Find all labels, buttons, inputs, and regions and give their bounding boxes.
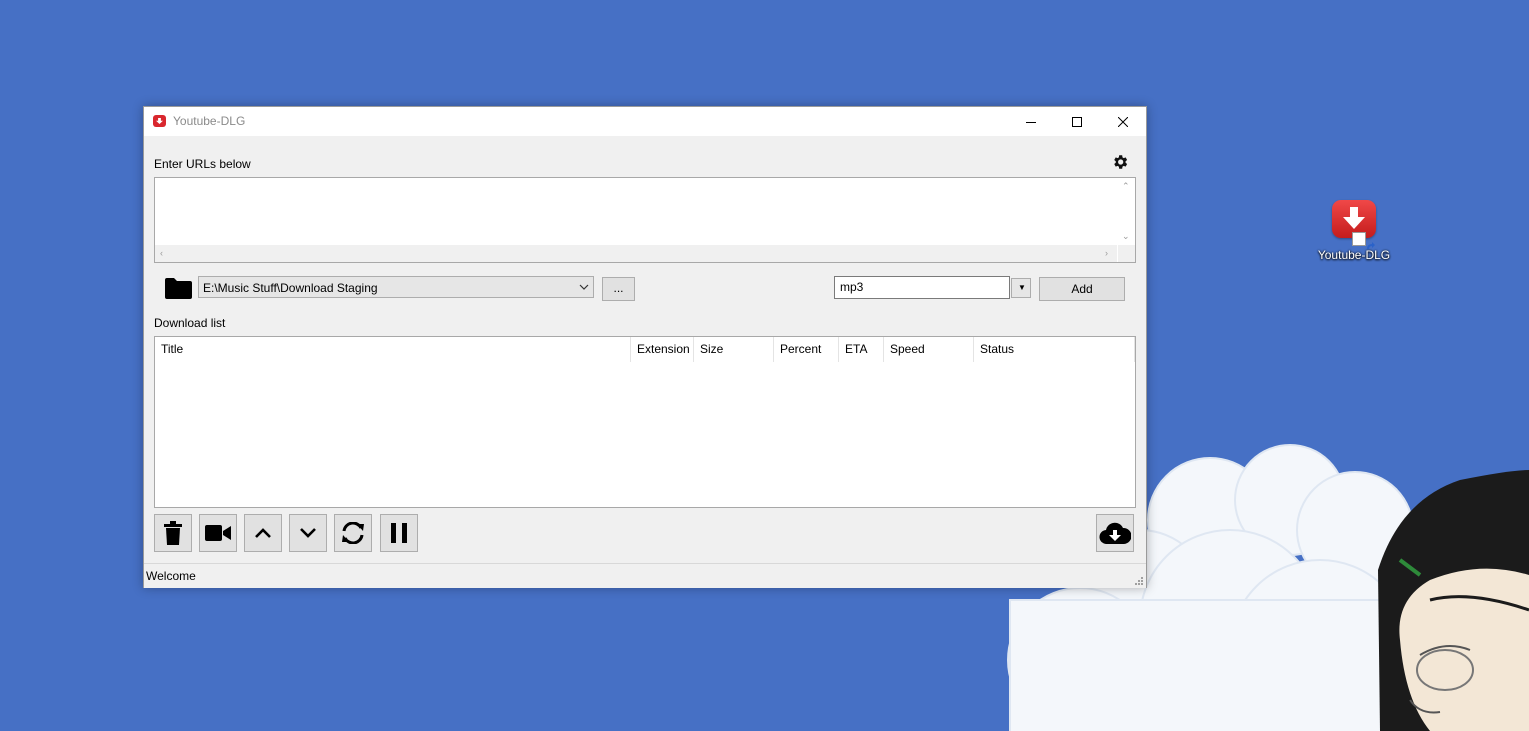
settings-button[interactable] bbox=[1111, 153, 1129, 171]
youtube-dlg-shortcut-icon bbox=[1332, 200, 1376, 249]
scroll-down-icon[interactable]: ⌄ bbox=[1122, 232, 1130, 241]
folder-button[interactable] bbox=[165, 277, 192, 304]
play-video-button[interactable] bbox=[199, 514, 237, 552]
start-download-button[interactable] bbox=[1096, 514, 1134, 552]
minimize-button[interactable] bbox=[1008, 107, 1054, 136]
column-header-eta[interactable]: ETA bbox=[839, 337, 884, 362]
format-dropdown-button[interactable]: ▼ bbox=[1011, 278, 1031, 298]
column-header-speed[interactable]: Speed bbox=[884, 337, 974, 362]
desktop: Youtube-DLG Youtube-DLG Enter URLs below bbox=[0, 0, 1529, 731]
cloud-download-icon bbox=[1099, 522, 1131, 544]
scroll-left-icon[interactable]: ‹ bbox=[160, 249, 163, 258]
minimize-icon bbox=[1026, 121, 1036, 123]
close-button[interactable] bbox=[1100, 107, 1146, 136]
resize-grip-icon[interactable] bbox=[1134, 576, 1143, 585]
download-list-table[interactable]: Title Extension Size Percent ETA Speed S… bbox=[154, 336, 1136, 508]
url-text-area: ⌃ ⌄ ‹ › bbox=[154, 177, 1136, 263]
column-header-status[interactable]: Status bbox=[974, 337, 1135, 362]
dropdown-arrow-icon: ▼ bbox=[1018, 283, 1026, 292]
maximize-button[interactable] bbox=[1054, 107, 1100, 136]
format-input[interactable]: mp3 bbox=[834, 276, 1010, 299]
window-title: Youtube-DLG bbox=[173, 114, 246, 128]
pause-icon bbox=[391, 523, 407, 543]
desktop-shortcut-youtube-dlg[interactable]: Youtube-DLG bbox=[1310, 196, 1398, 266]
maximize-icon bbox=[1072, 116, 1082, 127]
scrollbar-corner bbox=[1118, 245, 1135, 262]
youtube-dlg-icon bbox=[153, 115, 166, 127]
folder-icon bbox=[165, 278, 192, 299]
column-header-percent[interactable]: Percent bbox=[774, 337, 839, 362]
table-header: Title Extension Size Percent ETA Speed S… bbox=[155, 337, 1135, 362]
urls-label: Enter URLs below bbox=[154, 157, 251, 171]
video-camera-icon bbox=[205, 525, 231, 541]
desktop-shortcut-label: Youtube-DLG bbox=[1317, 248, 1391, 262]
close-icon bbox=[1118, 116, 1128, 127]
reload-button[interactable] bbox=[334, 514, 372, 552]
download-path-combobox[interactable]: E:\Music Stuff\Download Staging bbox=[198, 276, 594, 298]
url-input[interactable] bbox=[155, 178, 1117, 244]
vertical-scrollbar[interactable]: ⌃ ⌄ bbox=[1118, 178, 1135, 244]
download-list-label: Download list bbox=[154, 316, 226, 330]
horizontal-scrollbar[interactable]: ‹ › bbox=[155, 245, 1117, 262]
column-header-title[interactable]: Title bbox=[155, 337, 631, 362]
browse-button[interactable]: ... bbox=[602, 277, 635, 301]
chevron-up-icon bbox=[255, 528, 271, 538]
status-text: Welcome bbox=[146, 569, 196, 583]
move-up-button[interactable] bbox=[244, 514, 282, 552]
gear-icon bbox=[1114, 155, 1128, 169]
title-bar[interactable]: Youtube-DLG bbox=[144, 107, 1146, 136]
chevron-down-icon[interactable] bbox=[579, 282, 589, 292]
app-window: Youtube-DLG Enter URLs below ⌃ ⌄ ‹ › E:\… bbox=[143, 106, 1147, 588]
pause-button[interactable] bbox=[380, 514, 418, 552]
column-header-size[interactable]: Size bbox=[694, 337, 774, 362]
delete-button[interactable] bbox=[154, 514, 192, 552]
add-button[interactable]: Add bbox=[1039, 277, 1125, 301]
chevron-down-icon bbox=[300, 528, 316, 538]
status-bar: Welcome bbox=[144, 563, 1146, 588]
scroll-up-icon[interactable]: ⌃ bbox=[1122, 182, 1130, 191]
move-down-button[interactable] bbox=[289, 514, 327, 552]
format-value: mp3 bbox=[840, 280, 864, 294]
scroll-right-icon[interactable]: › bbox=[1105, 249, 1108, 258]
column-header-extension[interactable]: Extension bbox=[631, 337, 694, 362]
shortcut-arrow-icon bbox=[1352, 232, 1375, 249]
download-path-value: E:\Music Stuff\Download Staging bbox=[203, 281, 378, 295]
refresh-icon bbox=[342, 522, 364, 544]
trash-icon bbox=[164, 521, 182, 545]
